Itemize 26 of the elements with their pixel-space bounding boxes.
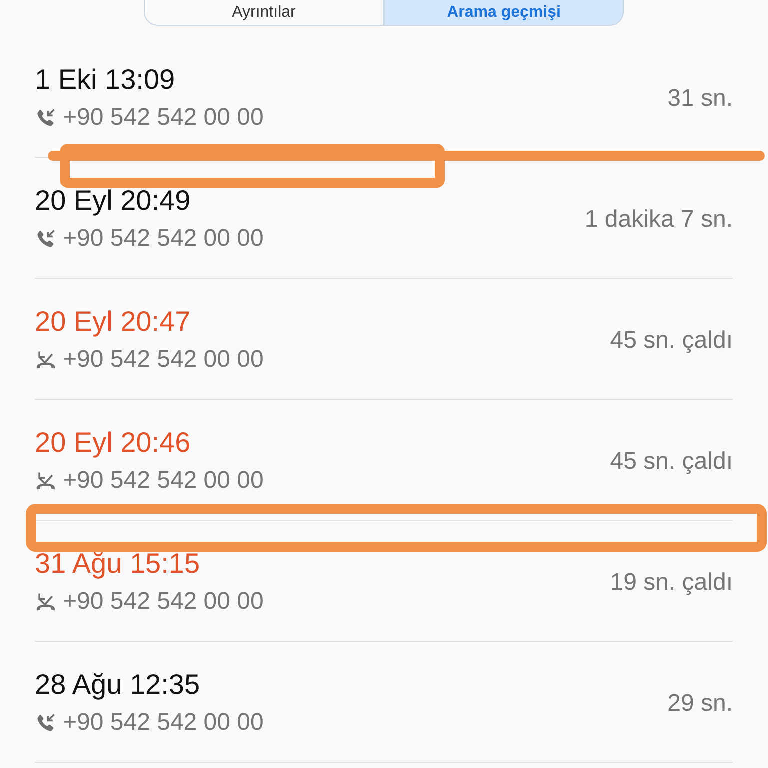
- call-duration: 31 sn.: [668, 85, 733, 113]
- phone-number: +90 542 542 00 00: [63, 345, 264, 375]
- call-date: 20 Eyl 20:49: [35, 184, 191, 218]
- call-date: 20 Eyl 20:47: [35, 305, 191, 339]
- incoming-call-icon: [35, 712, 57, 734]
- phone-number: +90 542 542 00 00: [63, 587, 264, 617]
- call-date: 20 Eyl 20:46: [35, 426, 191, 460]
- phone-number: +90 542 542 00 00: [63, 466, 264, 496]
- incoming-call-icon: [35, 107, 57, 129]
- missed-call-icon: [35, 470, 57, 492]
- call-duration: 1 dakika 7 sn.: [584, 206, 733, 234]
- tab[interactable]: Arama geçmişi: [384, 0, 624, 26]
- missed-call-icon: [35, 591, 57, 613]
- tab[interactable]: Ayrıntılar: [144, 0, 384, 26]
- phone-number: +90 542 542 00 00: [63, 103, 264, 133]
- call-duration: 29 sn.: [668, 690, 733, 718]
- phone-number: +90 542 542 00 00: [63, 708, 264, 738]
- call-duration: 45 sn. çaldı: [610, 327, 733, 355]
- call-date: 31 Ağu 15:15: [35, 547, 200, 581]
- call-date: 28 Ağu 12:35: [35, 668, 200, 702]
- incoming-call-icon: [35, 228, 57, 250]
- call-duration: 19 sn. çaldı: [610, 569, 733, 597]
- phone-number: +90 542 542 00 00: [63, 224, 264, 254]
- call-duration: 45 sn. çaldı: [610, 448, 733, 476]
- call-date: 1 Eki 13:09: [35, 63, 176, 97]
- missed-call-icon: [35, 349, 57, 371]
